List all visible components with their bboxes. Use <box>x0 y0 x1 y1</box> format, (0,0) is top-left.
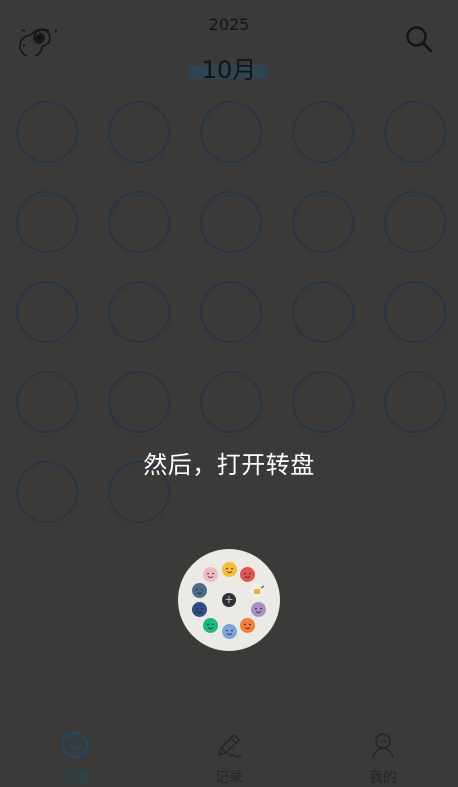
mood-relaxed-icon[interactable] <box>203 617 219 633</box>
tab-mood[interactable]: 心情 <box>15 722 135 787</box>
day-circle[interactable] <box>200 371 263 437</box>
mood-tea-icon[interactable] <box>250 582 266 598</box>
person-icon <box>372 733 394 759</box>
day-circle[interactable] <box>16 101 79 167</box>
day-circle[interactable] <box>16 371 79 437</box>
day-circle[interactable] <box>384 281 447 347</box>
mood-wheel[interactable]: + <box>178 549 280 651</box>
tab-record-label: 记录 <box>215 770 243 786</box>
pencil-icon <box>218 734 242 758</box>
tab-mood-label: 心情 <box>61 770 89 786</box>
mood-excited-icon[interactable] <box>239 617 255 633</box>
day-circle[interactable] <box>200 191 263 257</box>
day-circle[interactable] <box>384 101 447 167</box>
tab-profile[interactable]: 我的 <box>323 722 443 787</box>
day-circle[interactable] <box>108 191 171 257</box>
day-circle[interactable] <box>292 281 355 347</box>
day-circle[interactable] <box>384 191 447 257</box>
mood-angry-icon[interactable] <box>239 567 255 583</box>
tab-record[interactable]: 记录 <box>169 722 289 787</box>
mood-tired-icon[interactable] <box>192 582 208 598</box>
smile-icon <box>61 731 89 759</box>
day-circle[interactable] <box>108 371 171 437</box>
day-circle[interactable] <box>16 191 79 257</box>
tutorial-caption: 然后，打开转盘 <box>143 451 315 479</box>
day-circle[interactable] <box>108 281 171 347</box>
mood-shy-icon[interactable] <box>203 567 219 583</box>
day-circle[interactable] <box>16 281 79 347</box>
day-circle[interactable] <box>292 191 355 257</box>
plus-icon[interactable]: + <box>222 593 236 607</box>
day-circle[interactable] <box>292 101 355 167</box>
bottom-tab-bar: 心情 记录 我的 <box>0 722 458 787</box>
mood-gloomy-icon[interactable] <box>192 602 208 618</box>
day-circle[interactable] <box>384 371 447 437</box>
mood-happy-icon[interactable] <box>221 561 237 577</box>
day-circle[interactable] <box>200 281 263 347</box>
mood-sad-icon[interactable] <box>221 623 237 639</box>
day-circle[interactable] <box>200 101 263 167</box>
tab-profile-label: 我的 <box>369 770 397 786</box>
day-circle[interactable] <box>292 371 355 437</box>
mood-calm-icon[interactable] <box>250 602 266 618</box>
day-circle[interactable] <box>108 101 171 167</box>
